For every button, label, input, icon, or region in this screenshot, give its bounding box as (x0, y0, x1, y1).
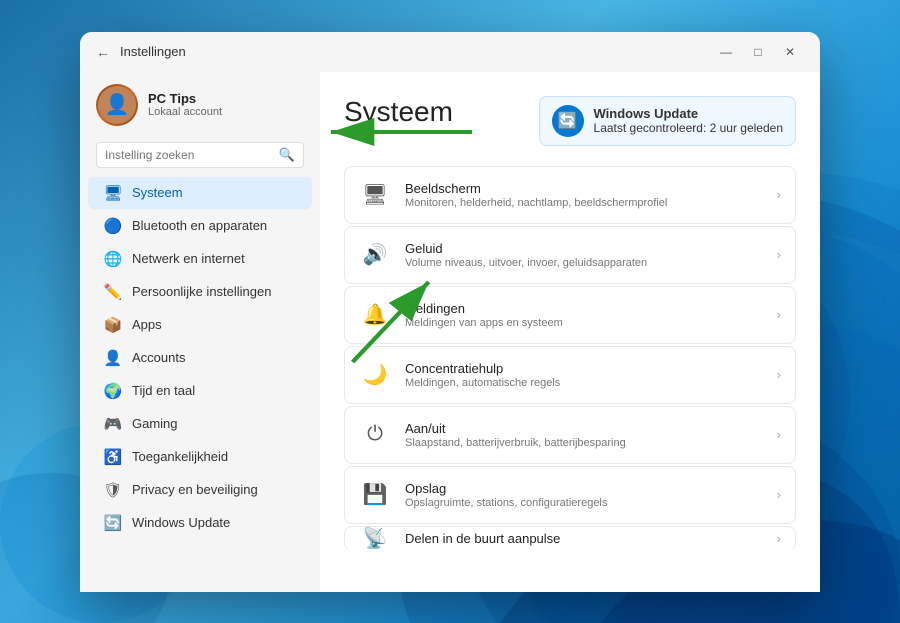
user-name: PC Tips (148, 91, 222, 106)
sidebar-item-label: Windows Update (132, 515, 230, 530)
chevron-right-icon: › (777, 487, 781, 502)
update-badge-icon: 🔄 (552, 105, 584, 137)
minimize-button[interactable]: — (712, 38, 740, 66)
sidebar-item-label: Systeem (132, 185, 183, 200)
toegankelijkheid-icon: ♿ (104, 448, 122, 466)
search-icon: 🔍 (279, 147, 295, 163)
meldingen-title: Meldingen (405, 301, 763, 316)
opslag-icon: 💾 (359, 479, 391, 511)
sidebar-item-label: Toegankelijkheid (132, 449, 228, 464)
sidebar-item-persoonlijk[interactable]: ✏️ Persoonlijke instellingen (88, 276, 312, 308)
beeldscherm-title: Beeldscherm (405, 181, 763, 196)
settings-item-aanuit[interactable]: ⏻ Aan/uit Slaapstand, batterijverbruik, … (344, 406, 796, 464)
aanuit-icon: ⏻ (359, 419, 391, 451)
search-box: 🔍 (96, 142, 304, 168)
chevron-right-icon: › (777, 307, 781, 322)
partial-icon: 📡 (359, 526, 391, 551)
sidebar-item-privacy[interactable]: 🛡 Privacy en beveiliging (88, 474, 312, 506)
concentratiehulp-desc: Meldingen, automatische regels (405, 377, 763, 389)
user-type: Lokaal account (148, 106, 222, 118)
sidebar-item-toegankelijkheid[interactable]: ♿ Toegankelijkheid (88, 441, 312, 473)
update-title: Windows Update (594, 106, 783, 121)
opslag-title: Opslag (405, 481, 763, 496)
settings-window: ← Instellingen — □ ✕ 👤 PC Tips Lokaal ac… (80, 32, 820, 592)
privacy-icon: 🛡 (104, 481, 122, 499)
settings-list: 🖥 Beeldscherm Monitoren, helderheid, nac… (344, 166, 796, 551)
accounts-icon: 👤 (104, 349, 122, 367)
sidebar-item-accounts[interactable]: 👤 Accounts (88, 342, 312, 374)
sidebar-item-systeem[interactable]: 🖥 Systeem (88, 177, 312, 209)
page-title: Systeem (344, 96, 453, 128)
settings-item-geluid[interactable]: 🔊 Geluid Volume niveaus, uitvoer, invoer… (344, 226, 796, 284)
sidebar-item-tijd[interactable]: 🌍 Tijd en taal (88, 375, 312, 407)
title-bar: ← Instellingen — □ ✕ (80, 32, 820, 72)
nav-list: 🖥 Systeem 🔵 Bluetooth en apparaten 🌐 Net… (80, 176, 320, 540)
maximize-button[interactable]: □ (744, 38, 772, 66)
back-button[interactable]: ← (96, 44, 110, 60)
settings-item-partial[interactable]: 📡 Delen in de buurt aanpulse › (344, 526, 796, 551)
sidebar: 👤 PC Tips Lokaal account 🔍 🖥 Systeem (80, 72, 320, 592)
sidebar-item-label: Bluetooth en apparaten (132, 218, 267, 233)
update-icon: 🔄 (104, 514, 122, 532)
chevron-right-icon: › (777, 247, 781, 262)
netwerk-icon: 🌐 (104, 250, 122, 268)
chevron-right-icon: › (777, 427, 781, 442)
gaming-icon: 🎮 (104, 415, 122, 433)
apps-icon: 📦 (104, 316, 122, 334)
sidebar-item-netwerk[interactable]: 🌐 Netwerk en internet (88, 243, 312, 275)
sidebar-item-update[interactable]: 🔄 Windows Update (88, 507, 312, 539)
partial-title: Delen in de buurt aanpulse (405, 531, 763, 546)
sidebar-item-label: Gaming (132, 416, 178, 431)
update-description: Laatst gecontroleerd: 2 uur geleden (594, 121, 783, 135)
tijd-icon: 🌍 (104, 382, 122, 400)
sidebar-item-label: Netwerk en internet (132, 251, 245, 266)
meldingen-desc: Meldingen van apps en systeem (405, 317, 763, 329)
meldingen-icon: 🔔 (359, 299, 391, 331)
chevron-right-icon: › (777, 531, 781, 546)
sidebar-item-bluetooth[interactable]: 🔵 Bluetooth en apparaten (88, 210, 312, 242)
aanuit-title: Aan/uit (405, 421, 763, 436)
sidebar-item-apps[interactable]: 📦 Apps (88, 309, 312, 341)
geluid-desc: Volume niveaus, uitvoer, invoer, geluids… (405, 257, 763, 269)
close-button[interactable]: ✕ (776, 38, 804, 66)
panel-header: Systeem 🔄 Windows Update Laatst gecontro… (344, 96, 796, 146)
sidebar-item-label: Tijd en taal (132, 383, 195, 398)
update-badge[interactable]: 🔄 Windows Update Laatst gecontroleerd: 2… (539, 96, 796, 146)
opslag-desc: Opslagruimte, stations, configuratierege… (405, 497, 763, 509)
search-input[interactable] (105, 148, 273, 162)
systeem-icon: 🖥 (104, 184, 122, 202)
geluid-title: Geluid (405, 241, 763, 256)
settings-item-beeldscherm[interactable]: 🖥 Beeldscherm Monitoren, helderheid, nac… (344, 166, 796, 224)
sidebar-item-label: Privacy en beveiliging (132, 482, 258, 497)
window-title: Instellingen (120, 44, 712, 59)
chevron-right-icon: › (777, 367, 781, 382)
bluetooth-icon: 🔵 (104, 217, 122, 235)
geluid-icon: 🔊 (359, 239, 391, 271)
beeldscherm-desc: Monitoren, helderheid, nachtlamp, beelds… (405, 197, 763, 209)
beeldscherm-icon: 🖥 (359, 179, 391, 211)
sidebar-item-label: Apps (132, 317, 162, 332)
window-controls: — □ ✕ (712, 38, 804, 66)
concentratiehulp-icon: 🌙 (359, 359, 391, 391)
right-panel: Systeem 🔄 Windows Update Laatst gecontro… (320, 72, 820, 592)
chevron-right-icon: › (777, 187, 781, 202)
aanuit-desc: Slaapstand, batterijverbruik, batterijbe… (405, 437, 763, 449)
settings-item-meldingen[interactable]: 🔔 Meldingen Meldingen van apps en systee… (344, 286, 796, 344)
avatar: 👤 (96, 84, 138, 126)
user-profile: 👤 PC Tips Lokaal account (80, 72, 320, 138)
persoonlijk-icon: ✏️ (104, 283, 122, 301)
settings-item-opslag[interactable]: 💾 Opslag Opslagruimte, stations, configu… (344, 466, 796, 524)
sidebar-item-label: Accounts (132, 350, 185, 365)
sidebar-item-gaming[interactable]: 🎮 Gaming (88, 408, 312, 440)
settings-item-concentratiehulp[interactable]: 🌙 Concentratiehulp Meldingen, automatisc… (344, 346, 796, 404)
sidebar-item-label: Persoonlijke instellingen (132, 284, 271, 299)
concentratiehulp-title: Concentratiehulp (405, 361, 763, 376)
